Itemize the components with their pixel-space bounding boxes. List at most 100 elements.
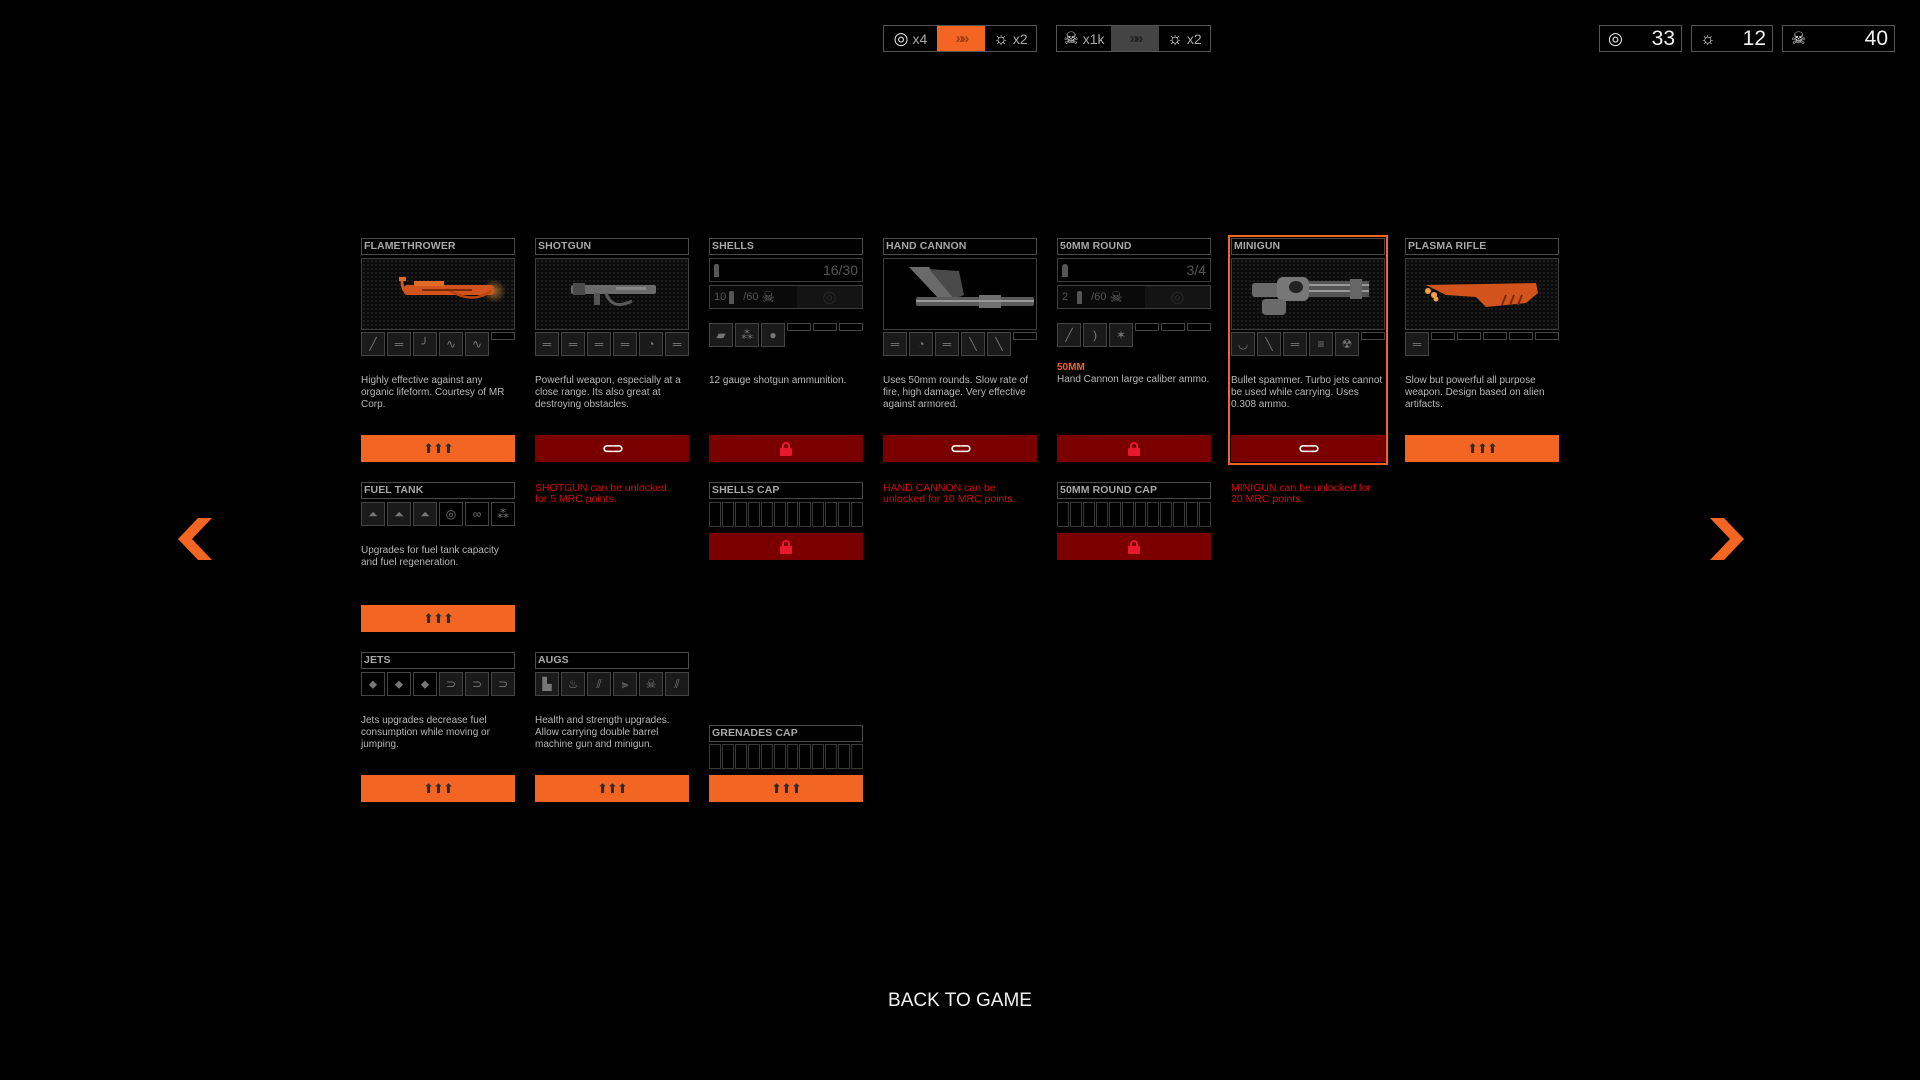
buy-ammo-button[interactable]: ◎ [1145,286,1210,308]
attachment-slot[interactable]: ═ [613,332,637,356]
attachment-slot[interactable]: ═ [561,332,585,356]
card-plasma-rifle[interactable]: PLASMA RIFLE ═ [1405,238,1559,356]
card-fuel-tank[interactable]: FUEL TANK ⏶ ⏶ ⏶ ◎ ∞ ⁂ [361,482,515,526]
attachment-slot[interactable]: ═ [883,332,907,356]
exchange-to-amount: x2 [1186,30,1202,47]
empty-slot [813,323,837,331]
card-title: AUGS [535,652,689,669]
attachment-slot[interactable]: ) [1083,323,1107,347]
attachment-slot[interactable]: ▰ [709,323,733,347]
upgrade-jets-button[interactable]: ⬆⬆⬆ [361,775,515,802]
attachment-slot[interactable]: ∿ [465,332,489,356]
upgrade-slot[interactable]: ⏶ [387,502,411,526]
locked-shells-cap-button[interactable] [709,533,863,560]
attachment-slot[interactable]: ═ [535,332,559,356]
upgrade-slot[interactable]: ⫽ [665,672,689,696]
next-page-arrow[interactable] [1704,518,1744,560]
attachment-slot[interactable]: ◔ [909,332,933,356]
card-description: 12 gauge shotgun ammunition. [709,375,847,386]
buy-ammo-button[interactable]: ◎ [797,286,862,308]
upgrade-grenades-cap-button[interactable]: ⬆⬆⬆ [709,775,863,802]
upgrade-arrows-icon: ⬆⬆⬆ [771,780,802,796]
upgrade-slot[interactable]: ⊃ [439,672,463,696]
attachment-slot[interactable]: ⁂ [735,323,759,347]
unlock-hand-cannon-button[interactable]: ⊂⊃ [883,435,1037,462]
upgrade-slot[interactable]: ⁂ [491,502,515,526]
upgrade-thumbs: ▙ ♨ ⫽ ⫸ ☠ ⫽ [535,672,689,696]
attachment-thumbs: ═ [1405,332,1559,356]
attachment-thumbs: ◡ ╲ ═ ≡ ☢ [1231,332,1385,356]
upgrade-slot[interactable]: ∞ [465,502,489,526]
attachment-slot[interactable]: ≡ [1309,332,1333,356]
card-shells[interactable]: SHELLS 16/30 10 /60 ☠ ◎ ▰ ⁂ ● [709,238,863,347]
attachment-slot[interactable]: ● [761,323,785,347]
attachment-slot[interactable]: ╱ [361,332,385,356]
card-shotgun[interactable]: SHOTGUN ═ ═ ═ ═ ◔ ═ [535,238,689,356]
upgrade-slot[interactable]: ⊃ [465,672,489,696]
attachment-slot[interactable]: ═ [587,332,611,356]
upgrade-arrows-icon: ⬆⬆⬆ [1467,440,1498,456]
attachment-slot[interactable]: ✶ [1109,323,1133,347]
attachment-slot[interactable]: ╱ [1057,323,1081,347]
upgrade-arrows-icon: ⬆⬆⬆ [597,780,628,796]
upgrade-slot[interactable]: ⬥ [413,672,437,696]
locked-50mm-button[interactable] [1057,435,1211,462]
card-title: HAND CANNON [883,238,1037,255]
upgrade-slot[interactable]: ◎ [439,502,463,526]
attachment-slot[interactable]: ╯ [413,332,437,356]
attachment-slot[interactable]: ◔ [639,332,663,356]
attachment-slot[interactable]: ╲ [1257,332,1281,356]
card-50mm-round[interactable]: 50MM ROUND 3/4 2 /60 ☠ ◎ ╱ ) ✶ [1057,238,1211,347]
upgrade-fuel-tank-button[interactable]: ⬆⬆⬆ [361,605,515,632]
exchange-button[interactable]: »» [937,26,985,51]
upgrade-slot[interactable]: ♨ [561,672,585,696]
hand-cannon-icon [909,267,1034,308]
attachment-slot[interactable]: ═ [665,332,689,356]
attachment-slot[interactable]: ═ [1283,332,1307,356]
card-augs[interactable]: AUGS ▙ ♨ ⫽ ⫸ ☠ ⫽ [535,652,689,696]
attachment-slot[interactable]: ◡ [1231,332,1255,356]
empty-slot [1187,323,1211,331]
upgrade-slot[interactable]: ⫽ [587,672,611,696]
upgrade-slot[interactable]: ☠ [639,672,663,696]
empty-slot [839,323,863,331]
upgrade-plasma-rifle-button[interactable]: ⬆⬆⬆ [1405,435,1559,462]
attachment-slot[interactable]: ╲ [961,332,985,356]
upgrade-slot[interactable]: ⏶ [413,502,437,526]
attachment-slot[interactable]: ☢ [1335,332,1359,356]
upgrade-slot[interactable]: ⬥ [361,672,385,696]
capacity-slot [773,502,786,527]
capacity-slot [760,502,773,527]
card-minigun[interactable]: MINIGUN ◡ ╲ ═ ≡ ☢ [1231,238,1385,356]
attachment-slot[interactable]: ═ [935,332,959,356]
capacity-slot [1108,502,1121,527]
attachment-slot[interactable]: ∿ [439,332,463,356]
upgrade-slot[interactable]: ⏶ [361,502,385,526]
unlock-shotgun-button[interactable]: ⊂⊃ [535,435,689,462]
card-shells-cap[interactable]: SHELLS CAP [709,482,864,527]
attachment-slot[interactable]: ╲ [987,332,1011,356]
upgrade-slot[interactable]: ⬥ [387,672,411,696]
upgrade-slot[interactable]: ▙ [535,672,559,696]
card-hand-cannon[interactable]: HAND CANNON ═ ◔ ═ ╲ ╲ [883,238,1037,356]
card-jets[interactable]: JETS ⬥ ⬥ ⬥ ⊃ ⊃ ⊃ [361,652,515,696]
upgrade-flamethrower-button[interactable]: ⬆⬆⬆ [361,435,515,462]
unlock-minigun-button[interactable]: ⊂⊃ [1231,435,1385,462]
attachment-slot[interactable]: ═ [1405,332,1429,356]
upgrade-arrows-icon: ⬆⬆⬆ [423,440,454,456]
card-grenades-cap[interactable]: GRENADES CAP [709,725,864,769]
upgrade-slot[interactable]: ⫸ [613,672,637,696]
card-flamethrower[interactable]: FLAMETHROWER ╱ ═ ╯ ∿ ∿ [361,238,515,356]
attachment-slot[interactable]: ═ [387,332,411,356]
card-50mm-round-cap[interactable]: 50MM ROUND CAP [1057,482,1212,527]
exchange-button[interactable]: »» [1111,26,1159,51]
back-to-game-button[interactable]: BACK TO GAME [0,990,1920,1012]
locked-shells-button[interactable] [709,435,863,462]
locked-50mm-cap-button[interactable] [1057,533,1211,560]
empty-slot [1431,332,1455,340]
capacity-slot [760,744,773,769]
stat-value: 12 [1742,26,1766,50]
upgrade-augs-button[interactable]: ⬆⬆⬆ [535,775,689,802]
prev-page-arrow[interactable] [178,518,218,560]
upgrade-slot[interactable]: ⊃ [491,672,515,696]
